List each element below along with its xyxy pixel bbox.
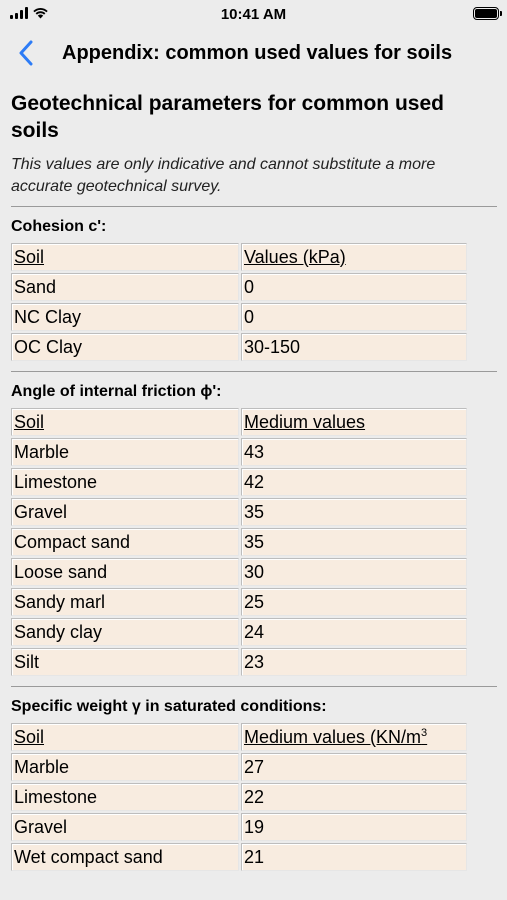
- value-cell: 35: [241, 498, 467, 526]
- table-row: Wet compact sand 21: [11, 843, 467, 871]
- soil-cell: Sand: [11, 273, 239, 301]
- table-row: Marble 27: [11, 753, 467, 781]
- header-value: Values (kPa): [241, 243, 467, 271]
- weight-title: Specific weight γ in saturated condition…: [11, 698, 327, 715]
- back-button[interactable]: [12, 36, 40, 70]
- table-row: Marble 43: [11, 438, 467, 466]
- table-row: Gravel 19: [11, 813, 467, 841]
- table-row: Gravel 35: [11, 498, 467, 526]
- value-cell: 19: [241, 813, 467, 841]
- value-cell: 21: [241, 843, 467, 871]
- header-value-text: Medium values (KN/m: [244, 726, 422, 747]
- cohesion-table: Soil Values (kPa) Sand 0 NC Clay 0 OC Cl…: [9, 241, 469, 363]
- table-row: Limestone 42: [11, 468, 467, 496]
- soil-cell: Gravel: [11, 813, 239, 841]
- soil-cell: NC Clay: [11, 303, 239, 331]
- divider: [11, 686, 497, 687]
- soil-cell: Marble: [11, 438, 239, 466]
- weight-table: Soil Medium values (KN/m3 Marble 27 Lime…: [9, 721, 469, 873]
- soil-cell: Limestone: [11, 783, 239, 811]
- table-row: Sandy clay 24: [11, 618, 467, 646]
- chevron-left-icon: [19, 40, 33, 66]
- divider: [11, 206, 497, 207]
- divider: [11, 371, 497, 372]
- nav-title: Appendix: common used values for soils: [62, 42, 453, 64]
- table-row: NC Clay 0: [11, 303, 467, 331]
- header-soil: Soil: [11, 408, 239, 436]
- header-soil: Soil: [11, 243, 239, 271]
- value-cell: 23: [241, 648, 467, 676]
- value-cell: 30: [241, 558, 467, 586]
- friction-title: Angle of internal friction ɸ':: [11, 383, 222, 400]
- table-row: Sand 0: [11, 273, 467, 301]
- header-value: Medium values (KN/m3: [241, 723, 467, 751]
- value-cell: 27: [241, 753, 467, 781]
- soil-cell: Gravel: [11, 498, 239, 526]
- value-cell: 25: [241, 588, 467, 616]
- header-value-superscript: 3: [421, 726, 428, 739]
- value-cell: 43: [241, 438, 467, 466]
- soil-cell: Wet compact sand: [11, 843, 239, 871]
- table-row: Loose sand 30: [11, 558, 467, 586]
- value-cell: 0: [241, 273, 467, 301]
- table-row: Compact sand 35: [11, 528, 467, 556]
- table-header-row: Soil Medium values: [11, 408, 467, 436]
- table-row: Silt 23: [11, 648, 467, 676]
- table-header-row: Soil Medium values (KN/m3: [11, 723, 467, 751]
- header-value: Medium values: [241, 408, 467, 436]
- cohesion-title: Cohesion c':: [11, 218, 107, 235]
- soil-cell: Limestone: [11, 468, 239, 496]
- header-soil: Soil: [11, 723, 239, 751]
- table-row: OC Clay 30-150: [11, 333, 467, 361]
- status-time: 10:41 AM: [220, 6, 287, 23]
- soil-cell: Compact sand: [11, 528, 239, 556]
- soil-cell: Sandy clay: [11, 618, 239, 646]
- battery-icon: [473, 7, 502, 20]
- table-row: Sandy marl 25: [11, 588, 467, 616]
- content: Geotechnical parameters for common used …: [0, 90, 507, 873]
- soil-cell: Sandy marl: [11, 588, 239, 616]
- table-row: Limestone 22: [11, 783, 467, 811]
- value-cell: 22: [241, 783, 467, 811]
- value-cell: 24: [241, 618, 467, 646]
- page-heading: Geotechnical parameters for common used …: [11, 92, 444, 142]
- value-cell: 42: [241, 468, 467, 496]
- soil-cell: Marble: [11, 753, 239, 781]
- table-header-row: Soil Values (kPa): [11, 243, 467, 271]
- intro-text: This values are only indicative and cann…: [11, 156, 436, 195]
- soil-cell: Silt: [11, 648, 239, 676]
- value-cell: 0: [241, 303, 467, 331]
- soil-cell: OC Clay: [11, 333, 239, 361]
- status-bar: 10:41 AM: [0, 0, 507, 30]
- navigation-bar: Appendix: common used values for soils: [0, 30, 507, 76]
- value-cell: 30-150: [241, 333, 467, 361]
- value-cell: 35: [241, 528, 467, 556]
- friction-table: Soil Medium values Marble 43 Limestone 4…: [9, 406, 469, 678]
- soil-cell: Loose sand: [11, 558, 239, 586]
